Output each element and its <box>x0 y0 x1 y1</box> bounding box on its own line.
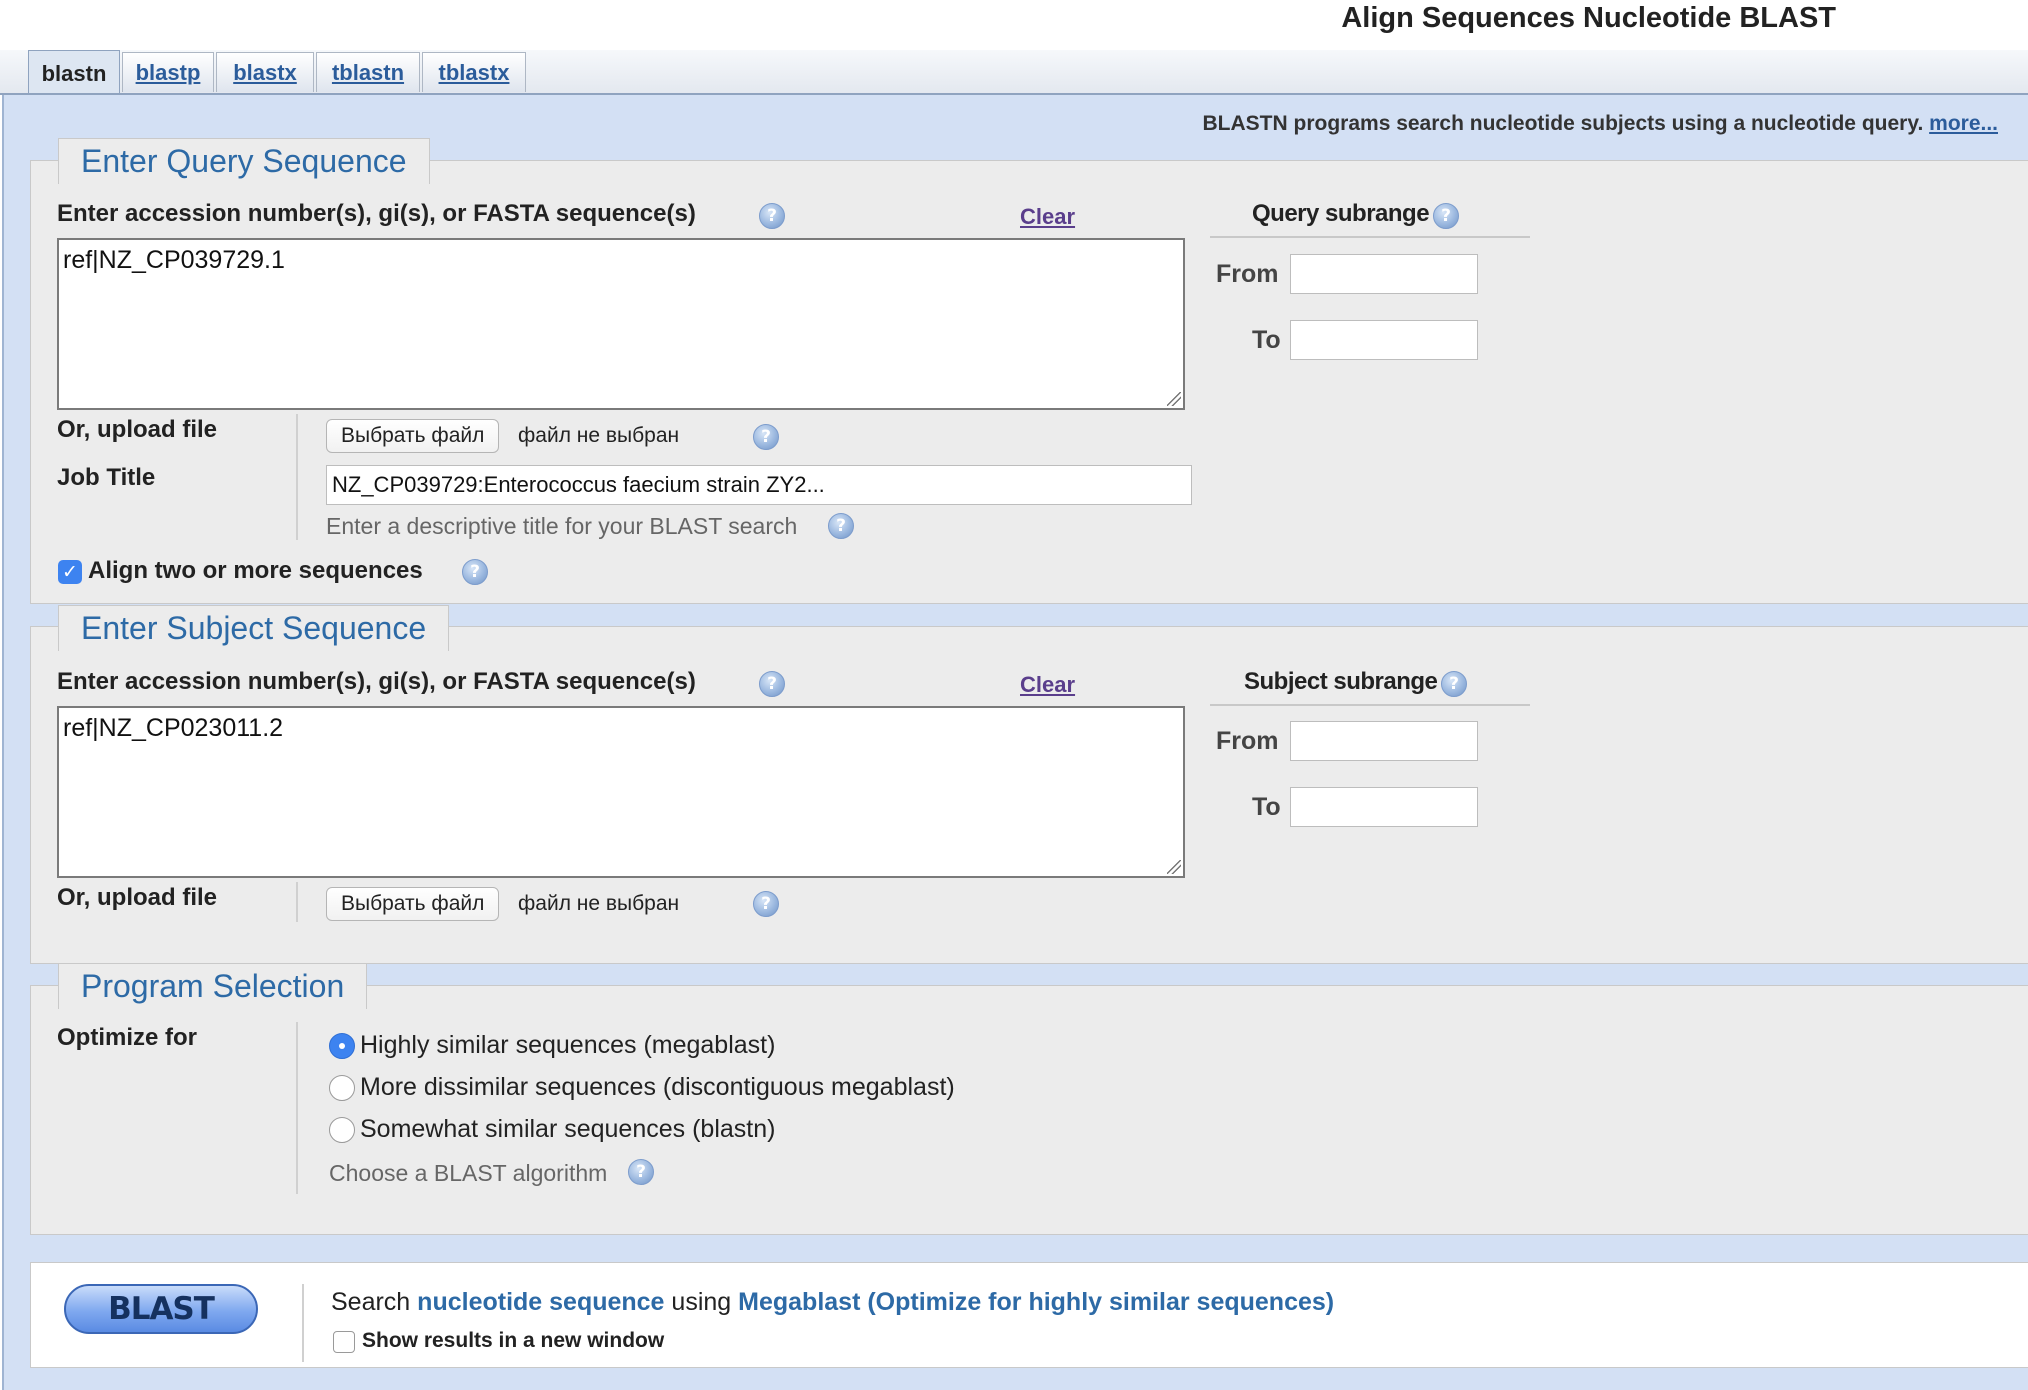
subject-file-status: файл не выбран <box>518 892 680 915</box>
radio-discontiguous-megablast-label[interactable]: More dissimilar sequences (discontiguous… <box>360 1073 955 1102</box>
query-to-input[interactable] <box>1290 320 1478 360</box>
help-question-icon[interactable]: ? <box>1441 671 1467 697</box>
subject-sequence-value: ref|NZ_CP023011.2 <box>63 714 284 742</box>
subject-legend: Enter Subject Sequence <box>58 605 450 651</box>
program-description: BLASTN programs search nucleotide subjec… <box>1203 112 1998 136</box>
optimize-label: Optimize for <box>57 1024 198 1051</box>
search-prefix: Search <box>331 1288 411 1316</box>
resize-handle-icon[interactable] <box>1167 860 1181 874</box>
query-sequence-textarea[interactable]: ref|NZ_CP039729.1 <box>57 238 1185 410</box>
job-title-value: NZ_CP039729:Enterococcus faecium strain … <box>332 472 825 497</box>
help-question-icon[interactable]: ? <box>753 891 779 917</box>
query-legend: Enter Query Sequence <box>58 138 430 184</box>
subject-upload-label: Or, upload file <box>57 884 218 911</box>
subject-from-label: From <box>1216 727 1279 755</box>
subject-sequence-textarea[interactable]: ref|NZ_CP023011.2 <box>57 706 1185 878</box>
help-question-icon[interactable]: ? <box>759 671 785 697</box>
program-legend: Program Selection <box>58 963 368 1009</box>
help-question-icon[interactable]: ? <box>628 1159 654 1185</box>
tab-blastn[interactable]: blastn <box>28 50 120 96</box>
help-question-icon[interactable]: ? <box>1433 203 1459 229</box>
help-question-icon[interactable]: ? <box>462 559 488 585</box>
search-middle: using <box>671 1288 732 1316</box>
resize-handle-icon[interactable] <box>1167 392 1181 406</box>
form-divider <box>296 414 298 540</box>
subject-to-input[interactable] <box>1290 787 1478 827</box>
query-subrange-title: Query subrange <box>1252 200 1430 227</box>
query-choose-file-button[interactable]: Выбрать файл <box>326 419 500 453</box>
tab-blastp[interactable]: blastp <box>122 52 214 92</box>
tab-blastx[interactable]: blastx <box>216 52 314 92</box>
subject-subrange-title: Subject subrange <box>1244 668 1438 695</box>
help-question-icon[interactable]: ? <box>828 513 854 539</box>
align-two-checkbox[interactable]: ✓ <box>58 560 82 584</box>
page-title: Align Sequences Nucleotide BLAST <box>1341 2 1836 34</box>
search-summary: Search nucleotide sequence using Megabla… <box>331 1288 1334 1317</box>
query-clear-link[interactable]: Clear <box>1020 204 1075 230</box>
radio-discontiguous-megablast[interactable] <box>329 1075 355 1101</box>
query-sequence-value: ref|NZ_CP039729.1 <box>63 246 285 274</box>
query-file-status: файл не выбран <box>518 424 680 447</box>
tab-tblastn[interactable]: tblastn <box>316 52 420 92</box>
query-upload-label: Or, upload file <box>57 416 218 443</box>
align-two-label[interactable]: Align two or more sequences <box>88 557 423 585</box>
job-title-hint: Enter a descriptive title for your BLAST… <box>326 513 798 539</box>
subject-to-label: To <box>1252 793 1281 821</box>
subject-clear-link[interactable]: Clear <box>1020 672 1075 698</box>
subrange-divider <box>1210 236 1530 238</box>
form-divider <box>296 1022 298 1194</box>
radio-blastn-label[interactable]: Somewhat similar sequences (blastn) <box>360 1115 775 1144</box>
form-divider <box>296 882 298 922</box>
query-input-label: Enter accession number(s), gi(s), or FAS… <box>57 200 696 227</box>
help-question-icon[interactable]: ? <box>759 203 785 229</box>
query-to-label: To <box>1252 326 1281 354</box>
new-window-label[interactable]: Show results in a new window <box>362 1329 664 1353</box>
search-target: nucleotide sequence <box>417 1288 665 1316</box>
program-description-text: BLASTN programs search nucleotide subjec… <box>1202 112 1924 135</box>
radio-megablast-label[interactable]: Highly similar sequences (megablast) <box>360 1031 775 1060</box>
program-section <box>30 985 2028 1235</box>
subject-from-input[interactable] <box>1290 721 1478 761</box>
blast-submit-button[interactable]: BLAST <box>64 1284 258 1334</box>
search-algorithm: Megablast (Optimize for highly similar s… <box>738 1288 1335 1316</box>
job-title-label: Job Title <box>57 464 156 491</box>
tab-tblastx[interactable]: tblastx <box>422 52 526 92</box>
help-question-icon[interactable]: ? <box>753 424 779 450</box>
radio-megablast[interactable] <box>329 1033 355 1059</box>
query-from-label: From <box>1216 260 1279 288</box>
subrange-divider <box>1210 704 1530 706</box>
subject-input-label: Enter accession number(s), gi(s), or FAS… <box>57 668 696 695</box>
new-window-checkbox[interactable] <box>333 1331 355 1353</box>
radio-blastn[interactable] <box>329 1117 355 1143</box>
subject-choose-file-button[interactable]: Выбрать файл <box>326 887 500 921</box>
form-divider <box>302 1284 304 1362</box>
query-from-input[interactable] <box>1290 254 1478 294</box>
more-link[interactable]: more... <box>1929 112 1998 135</box>
algorithm-hint: Choose a BLAST algorithm <box>329 1160 608 1186</box>
job-title-input[interactable]: NZ_CP039729:Enterococcus faecium strain … <box>326 465 1192 505</box>
